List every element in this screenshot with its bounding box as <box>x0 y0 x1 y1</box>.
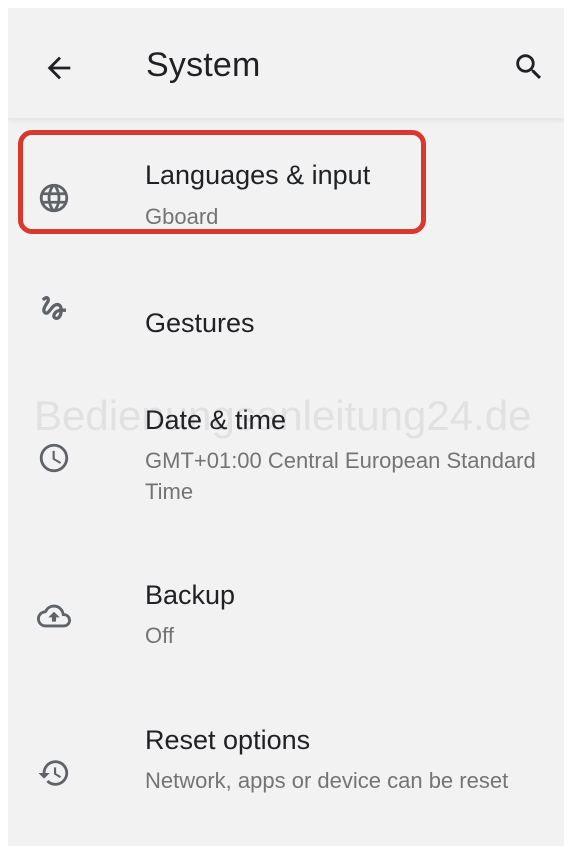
page-title: System <box>146 46 261 84</box>
app-bar: System <box>8 8 564 119</box>
settings-item-label: Backup <box>145 580 236 610</box>
settings-item-summary: Off <box>145 623 174 648</box>
settings-item-backup[interactable]: Backup Off <box>8 568 564 668</box>
settings-screen: System Languages & input Gboard Gestures… <box>8 8 564 846</box>
gesture-icon <box>34 288 74 328</box>
arrow-back-icon <box>47 56 71 80</box>
settings-item-gestures[interactable]: Gestures <box>8 268 564 358</box>
settings-item-summary: Network, apps or device can be reset <box>145 768 509 793</box>
settings-item-label: Date & time <box>145 405 287 435</box>
settings-item-date-time[interactable]: Date & time GMT+01:00 Central European S… <box>8 393 564 513</box>
search-button[interactable] <box>504 42 554 92</box>
cloud-upload-icon <box>34 596 74 636</box>
settings-item-label: Reset options <box>145 725 311 755</box>
back-button[interactable] <box>34 43 84 93</box>
clock-icon <box>34 438 74 478</box>
settings-item-reset-options[interactable]: Reset options Network, apps or device ca… <box>8 713 564 833</box>
settings-item-summary: GMT+01:00 Central European Standard Time <box>145 448 536 504</box>
search-icon <box>516 54 542 80</box>
highlight-frame <box>18 130 426 234</box>
settings-item-label: Gestures <box>145 308 255 338</box>
history-icon <box>34 753 74 793</box>
